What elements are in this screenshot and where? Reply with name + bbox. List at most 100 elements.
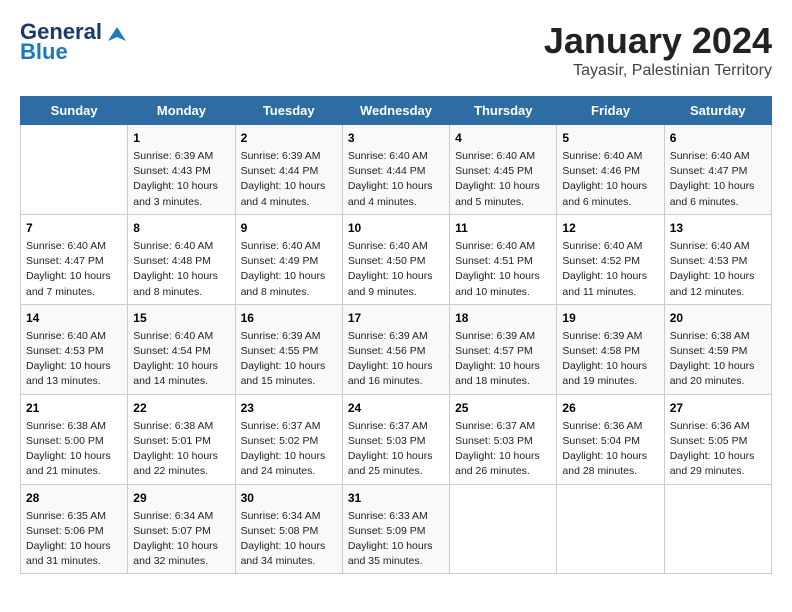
calendar-cell: 19 Sunrise: 6:39 AMSunset: 4:58 PMDayligh… bbox=[557, 304, 664, 394]
calendar-cell: 27Sunrise: 6:36 AMSunset: 5:05 PMDayligh… bbox=[664, 394, 771, 484]
day-number: 23 bbox=[241, 399, 337, 417]
day-number: 24 bbox=[348, 399, 444, 417]
day-info: Sunrise: 6:39 AMSunset: 4:58 PMDaylight:… bbox=[562, 329, 658, 390]
calendar-cell bbox=[557, 484, 664, 574]
day-info: Sunrise: 6:36 AMSunset: 5:05 PMDaylight:… bbox=[670, 419, 766, 480]
day-of-week-saturday: Saturday bbox=[664, 97, 771, 125]
day-number: 6 bbox=[670, 129, 766, 147]
logo: General Blue bbox=[20, 20, 126, 64]
day-info: Sunrise: 6:34 AMSunset: 5:08 PMDaylight:… bbox=[241, 509, 337, 570]
calendar-cell: 24 Sunrise: 6:37 AMSunset: 5:03 PMDayligh… bbox=[342, 394, 449, 484]
calendar-body: 1Sunrise: 6:39 AMSunset: 4:43 PMDaylight… bbox=[21, 125, 772, 574]
calendar-cell: 25Sunrise: 6:37 AMSunset: 5:03 PMDayligh… bbox=[450, 394, 557, 484]
calendar-cell: 28Sunrise: 6:35 AMSunset: 5:06 PMDayligh… bbox=[21, 484, 128, 574]
logo-blue: Blue bbox=[20, 40, 126, 64]
day-info: Sunrise: 6:40 AMSunset: 4:46 PMDaylight:… bbox=[562, 149, 658, 210]
calendar-cell: 1Sunrise: 6:39 AMSunset: 4:43 PMDaylight… bbox=[128, 125, 235, 215]
day-number: 15 bbox=[133, 309, 229, 327]
calendar-cell: 16 Sunrise: 6:39 AMSunset: 4:55 PMDayligh… bbox=[235, 304, 342, 394]
calendar-cell: 12 Sunrise: 6:40 AMSunset: 4:52 PMDayligh… bbox=[557, 214, 664, 304]
day-info: Sunrise: 6:40 AMSunset: 4:49 PMDaylight:… bbox=[241, 239, 337, 300]
day-number: 31 bbox=[348, 489, 444, 507]
day-number: 18 bbox=[455, 309, 551, 327]
day-info: Sunrise: 6:34 AMSunset: 5:07 PMDaylight:… bbox=[133, 509, 229, 570]
day-info: Sunrise: 6:40 AMSunset: 4:45 PMDaylight:… bbox=[455, 149, 551, 210]
calendar-table: SundayMondayTuesdayWednesdayThursdayFrid… bbox=[20, 96, 772, 574]
day-number: 17 bbox=[348, 309, 444, 327]
calendar-cell: 6 Sunrise: 6:40 AMSunset: 4:47 PMDaylight… bbox=[664, 125, 771, 215]
day-number: 1 bbox=[133, 129, 229, 147]
day-number: 16 bbox=[241, 309, 337, 327]
calendar-cell: 3 Sunrise: 6:40 AMSunset: 4:44 PMDaylight… bbox=[342, 125, 449, 215]
day-number: 19 bbox=[562, 309, 658, 327]
calendar-cell: 26Sunrise: 6:36 AMSunset: 5:04 PMDayligh… bbox=[557, 394, 664, 484]
calendar-cell: 30 Sunrise: 6:34 AMSunset: 5:08 PMDayligh… bbox=[235, 484, 342, 574]
day-info: Sunrise: 6:38 AMSunset: 5:00 PMDaylight:… bbox=[26, 419, 122, 480]
calendar-cell bbox=[21, 125, 128, 215]
day-number: 8 bbox=[133, 219, 229, 237]
calendar-cell bbox=[450, 484, 557, 574]
day-of-week-thursday: Thursday bbox=[450, 97, 557, 125]
calendar-cell: 4Sunrise: 6:40 AMSunset: 4:45 PMDaylight… bbox=[450, 125, 557, 215]
calendar-week-4: 21 Sunrise: 6:38 AMSunset: 5:00 PMDayligh… bbox=[21, 394, 772, 484]
day-info: Sunrise: 6:33 AMSunset: 5:09 PMDaylight:… bbox=[348, 509, 444, 570]
day-info: Sunrise: 6:40 AMSunset: 4:53 PMDaylight:… bbox=[670, 239, 766, 300]
calendar-cell: 13 Sunrise: 6:40 AMSunset: 4:53 PMDayligh… bbox=[664, 214, 771, 304]
calendar-header: SundayMondayTuesdayWednesdayThursdayFrid… bbox=[21, 97, 772, 125]
day-number: 22 bbox=[133, 399, 229, 417]
day-info: Sunrise: 6:39 AMSunset: 4:56 PMDaylight:… bbox=[348, 329, 444, 390]
day-info: Sunrise: 6:38 AMSunset: 4:59 PMDaylight:… bbox=[670, 329, 766, 390]
day-of-week-monday: Monday bbox=[128, 97, 235, 125]
calendar-week-3: 14Sunrise: 6:40 AMSunset: 4:53 PMDayligh… bbox=[21, 304, 772, 394]
day-number: 26 bbox=[562, 399, 658, 417]
calendar-cell: 7Sunrise: 6:40 AMSunset: 4:47 PMDaylight… bbox=[21, 214, 128, 304]
day-number: 11 bbox=[455, 219, 551, 237]
day-number: 28 bbox=[26, 489, 122, 507]
day-number: 14 bbox=[26, 309, 122, 327]
day-info: Sunrise: 6:39 AMSunset: 4:44 PMDaylight:… bbox=[241, 149, 337, 210]
day-info: Sunrise: 6:40 AMSunset: 4:51 PMDaylight:… bbox=[455, 239, 551, 300]
calendar-cell: 23 Sunrise: 6:37 AMSunset: 5:02 PMDayligh… bbox=[235, 394, 342, 484]
calendar-cell: 29 Sunrise: 6:34 AMSunset: 5:07 PMDayligh… bbox=[128, 484, 235, 574]
day-of-week-friday: Friday bbox=[557, 97, 664, 125]
day-number: 5 bbox=[562, 129, 658, 147]
day-info: Sunrise: 6:38 AMSunset: 5:01 PMDaylight:… bbox=[133, 419, 229, 480]
day-of-week-tuesday: Tuesday bbox=[235, 97, 342, 125]
calendar-week-1: 1Sunrise: 6:39 AMSunset: 4:43 PMDaylight… bbox=[21, 125, 772, 215]
day-info: Sunrise: 6:37 AMSunset: 5:02 PMDaylight:… bbox=[241, 419, 337, 480]
day-info: Sunrise: 6:39 AMSunset: 4:55 PMDaylight:… bbox=[241, 329, 337, 390]
calendar-week-5: 28Sunrise: 6:35 AMSunset: 5:06 PMDayligh… bbox=[21, 484, 772, 574]
calendar-cell: 9 Sunrise: 6:40 AMSunset: 4:49 PMDaylight… bbox=[235, 214, 342, 304]
day-number: 21 bbox=[26, 399, 122, 417]
day-info: Sunrise: 6:40 AMSunset: 4:47 PMDaylight:… bbox=[670, 149, 766, 210]
day-header-row: SundayMondayTuesdayWednesdayThursdayFrid… bbox=[21, 97, 772, 125]
day-number: 10 bbox=[348, 219, 444, 237]
day-of-week-wednesday: Wednesday bbox=[342, 97, 449, 125]
calendar-cell bbox=[664, 484, 771, 574]
day-info: Sunrise: 6:40 AMSunset: 4:54 PMDaylight:… bbox=[133, 329, 229, 390]
day-number: 30 bbox=[241, 489, 337, 507]
calendar-week-2: 7Sunrise: 6:40 AMSunset: 4:47 PMDaylight… bbox=[21, 214, 772, 304]
calendar-cell: 15 Sunrise: 6:40 AMSunset: 4:54 PMDayligh… bbox=[128, 304, 235, 394]
calendar-cell: 18 Sunrise: 6:39 AMSunset: 4:57 PMDayligh… bbox=[450, 304, 557, 394]
day-number: 7 bbox=[26, 219, 122, 237]
day-number: 25 bbox=[455, 399, 551, 417]
day-info: Sunrise: 6:40 AMSunset: 4:44 PMDaylight:… bbox=[348, 149, 444, 210]
day-number: 9 bbox=[241, 219, 337, 237]
day-number: 29 bbox=[133, 489, 229, 507]
calendar-cell: 21 Sunrise: 6:38 AMSunset: 5:00 PMDayligh… bbox=[21, 394, 128, 484]
day-number: 20 bbox=[670, 309, 766, 327]
day-number: 13 bbox=[670, 219, 766, 237]
calendar-cell: 10 Sunrise: 6:40 AMSunset: 4:50 PMDayligh… bbox=[342, 214, 449, 304]
day-number: 12 bbox=[562, 219, 658, 237]
calendar-subtitle: Tayasir, Palestinian Territory bbox=[544, 62, 772, 80]
day-info: Sunrise: 6:40 AMSunset: 4:52 PMDaylight:… bbox=[562, 239, 658, 300]
day-number: 2 bbox=[241, 129, 337, 147]
day-info: Sunrise: 6:39 AMSunset: 4:57 PMDaylight:… bbox=[455, 329, 551, 390]
day-number: 3 bbox=[348, 129, 444, 147]
calendar-cell: 31 Sunrise: 6:33 AMSunset: 5:09 PMDayligh… bbox=[342, 484, 449, 574]
day-info: Sunrise: 6:40 AMSunset: 4:50 PMDaylight:… bbox=[348, 239, 444, 300]
day-info: Sunrise: 6:37 AMSunset: 5:03 PMDaylight:… bbox=[348, 419, 444, 480]
page-header: General Blue January 2024 Tayasir, Pales… bbox=[20, 20, 772, 80]
calendar-title: January 2024 bbox=[544, 20, 772, 62]
